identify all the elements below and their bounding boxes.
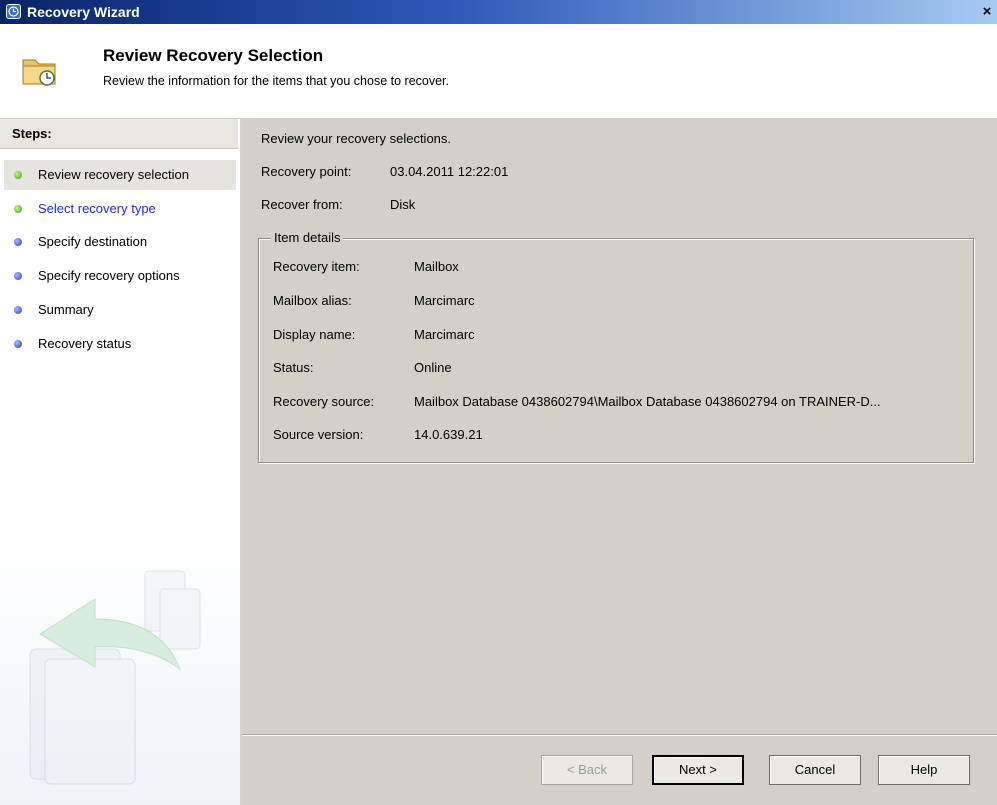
step-label: Review recovery selection [38, 167, 190, 182]
steps-heading: Steps: [0, 119, 238, 149]
status-label: Status: [273, 360, 314, 375]
recovery-item-label: Recovery item: [273, 259, 360, 274]
recover-from-label: Recover from: [261, 197, 343, 212]
page-subtitle: Review the information for the items tha… [103, 74, 450, 88]
step-recovery-status: Recovery status [4, 329, 236, 359]
recovery-source-label: Recovery source: [273, 394, 375, 409]
mailbox-alias-value: Marcimarc [414, 293, 475, 308]
page-title: Review Recovery Selection [103, 46, 324, 65]
next-button[interactable]: Next > [652, 755, 744, 785]
recover-from-value: Disk [390, 197, 416, 212]
blue-bullet-icon [14, 306, 22, 314]
intro-text: Review your recovery selections. [261, 131, 452, 146]
wizard-header: Review Recovery Selection Review the inf… [0, 24, 997, 119]
step-label[interactable]: Select recovery type [38, 201, 156, 216]
step-label: Recovery status [38, 336, 132, 351]
status-value: Online [414, 360, 452, 375]
button-separator [242, 734, 997, 736]
display-name-value: Marcimarc [414, 327, 475, 342]
blue-bullet-icon [14, 272, 22, 280]
recovery-item-value: Mailbox [414, 259, 459, 274]
step-label: Specify recovery options [38, 268, 180, 283]
step-label: Specify destination [38, 234, 148, 249]
back-button[interactable]: < Back [541, 755, 633, 785]
step-specify-recovery-options: Specify recovery options [4, 261, 236, 291]
steps-panel: Steps: Review recovery selection Select … [0, 119, 242, 805]
recovery-clock-icon [6, 4, 21, 19]
blue-bullet-icon [14, 238, 22, 246]
source-version-label: Source version: [273, 427, 364, 442]
source-version-value: 14.0.639.21 [414, 427, 483, 442]
folder-recovery-icon [20, 52, 60, 91]
window-title: Recovery Wizard [27, 4, 140, 20]
recovery-source-value: Mailbox Database 0438602794\Mailbox Data… [414, 394, 881, 409]
main-panel: Review your recovery selections. Recover… [242, 119, 997, 805]
window-title-bar: Recovery Wizard × [0, 0, 997, 24]
step-select-recovery-type[interactable]: Select recovery type [4, 194, 236, 224]
step-specify-destination: Specify destination [4, 227, 236, 257]
green-bullet-icon [14, 205, 22, 213]
recovery-point-value: 03.04.2011 12:22:01 [390, 164, 509, 179]
step-summary: Summary [4, 295, 236, 325]
recovery-watermark-icon [20, 559, 220, 792]
step-review-recovery-selection: Review recovery selection [4, 160, 236, 190]
mailbox-alias-label: Mailbox alias: [273, 293, 352, 308]
step-label: Summary [38, 302, 94, 317]
display-name-label: Display name: [273, 327, 356, 342]
blue-bullet-icon [14, 340, 22, 348]
recovery-point-label: Recovery point: [261, 164, 352, 179]
cancel-button[interactable]: Cancel [769, 755, 861, 785]
item-details-groupbox: Item details Recovery item: Mailbox Mail… [258, 230, 974, 463]
item-details-legend: Item details [271, 230, 344, 245]
close-icon[interactable]: × [977, 2, 997, 22]
help-button[interactable]: Help [878, 755, 970, 785]
green-bullet-icon [14, 171, 22, 179]
